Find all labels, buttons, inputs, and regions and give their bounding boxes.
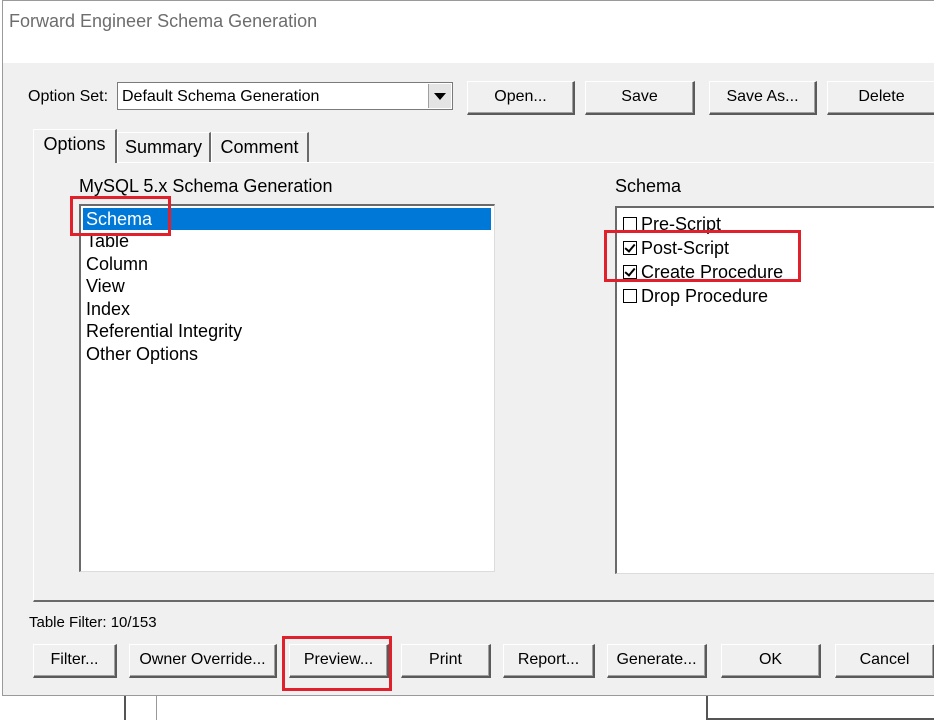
generate-button[interactable]: Generate... (607, 644, 707, 678)
delete-button[interactable]: Delete (827, 81, 934, 115)
ok-button[interactable]: OK (721, 644, 821, 678)
open-button[interactable]: Open... (467, 81, 575, 115)
background-strip (124, 694, 157, 720)
tab-comment[interactable]: Comment (211, 132, 309, 162)
option-post-script[interactable]: Post-Script (623, 236, 729, 260)
filter-button[interactable]: Filter... (33, 644, 117, 678)
option-set-label: Option Set: (28, 88, 109, 105)
right-panel-heading: Schema (615, 176, 682, 196)
cancel-button[interactable]: Cancel (835, 644, 934, 678)
option-label: Create Procedure (641, 262, 784, 282)
list-item-index[interactable]: Index (83, 298, 130, 320)
option-create-procedure[interactable]: Create Procedure (623, 260, 783, 284)
option-set-value: Default Schema Generation (122, 88, 320, 105)
option-drop-procedure[interactable]: Drop Procedure (623, 284, 768, 308)
left-panel-heading: MySQL 5.x Schema Generation (79, 176, 333, 196)
list-item-referential-integrity[interactable]: Referential Integrity (83, 320, 242, 342)
list-item-view[interactable]: View (83, 275, 125, 297)
report-button[interactable]: Report... (503, 644, 595, 678)
list-item-column[interactable]: Column (83, 253, 148, 275)
option-label: Drop Procedure (641, 286, 769, 306)
preview-button[interactable]: Preview... (289, 644, 389, 678)
tab-options[interactable]: Options (33, 129, 117, 163)
drop-procedure-checkbox[interactable] (623, 289, 637, 303)
background-strip (706, 694, 934, 720)
pre-script-checkbox[interactable] (623, 217, 637, 231)
save-as-button[interactable]: Save As... (709, 81, 817, 115)
save-button[interactable]: Save (585, 81, 695, 115)
chevron-down-icon[interactable] (428, 84, 451, 108)
tab-summary[interactable]: Summary (117, 132, 211, 162)
create-procedure-checkbox[interactable] (623, 265, 637, 279)
title-bar: Forward Engineer Schema Generation (3, 1, 934, 63)
option-pre-script[interactable]: Pre-Script (623, 212, 721, 236)
schema-generation-dialog: Forward Engineer Schema Generation Optio… (2, 0, 934, 696)
category-list[interactable]: Schema Table Column View Index Referenti… (79, 204, 495, 572)
option-set-dropdown[interactable]: Default Schema Generation (117, 82, 453, 110)
background-window-bottom (0, 694, 934, 720)
option-label: Pre-Script (641, 214, 722, 234)
schema-option-list: Pre-Script Post-Script Create Procedure … (615, 206, 934, 574)
print-button[interactable]: Print (401, 644, 491, 678)
list-item-schema[interactable]: Schema (83, 208, 491, 230)
owner-override-button[interactable]: Owner Override... (129, 644, 277, 678)
window-title: Forward Engineer Schema Generation (9, 11, 318, 31)
post-script-checkbox[interactable] (623, 241, 637, 255)
list-item-table[interactable]: Table (83, 230, 129, 252)
option-label: Post-Script (641, 238, 730, 258)
list-item-other-options[interactable]: Other Options (83, 343, 198, 365)
table-filter-status: Table Filter: 10/153 (29, 614, 157, 631)
